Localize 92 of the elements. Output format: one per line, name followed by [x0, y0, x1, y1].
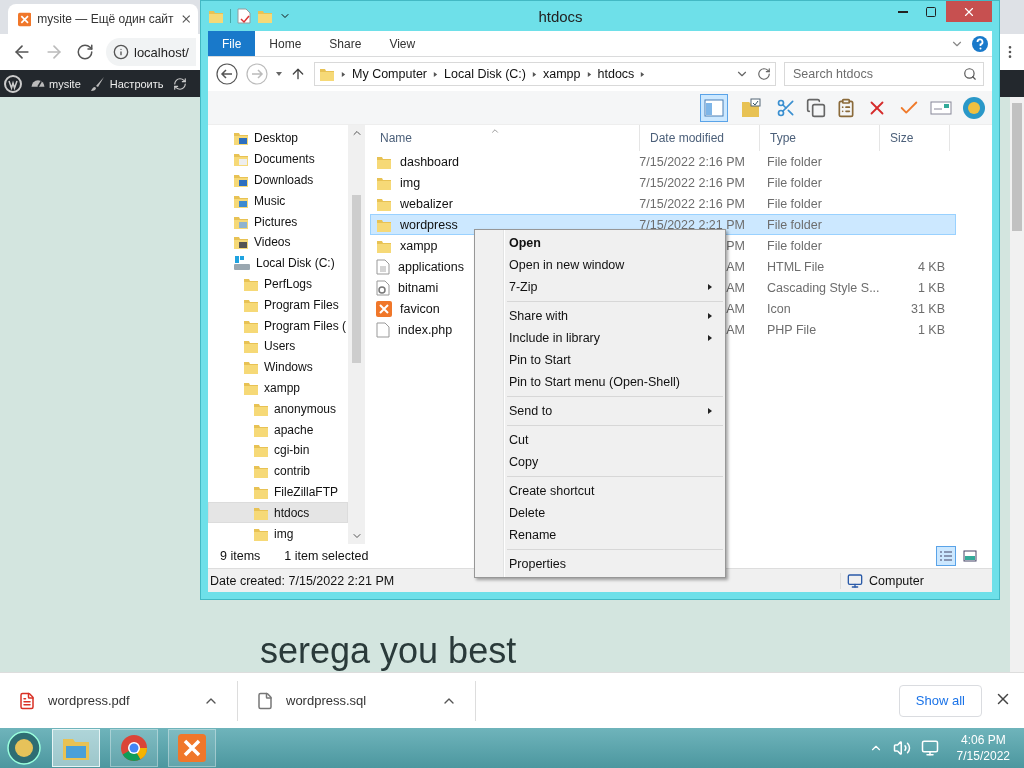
date-cell: PM — [726, 238, 745, 253]
size-cell-text: 1 KB — [916, 280, 946, 295]
file-name: wordpress — [400, 217, 458, 232]
file-name: webalizer — [400, 196, 453, 211]
ribbon-tab[interactable]: Share — [315, 31, 376, 56]
ribbon-tab[interactable]: Home — [255, 31, 316, 56]
date-cell: 7/15/2022 2:21 PM — [639, 217, 745, 232]
tree-item[interactable]: anonymous — [208, 398, 348, 420]
file-name: img — [400, 175, 421, 190]
item-count: 9 items — [220, 549, 261, 563]
tree-item[interactable]: cgi-bin — [208, 439, 348, 461]
details-text: Date created: 7/15/2022 2:21 PM — [210, 573, 395, 588]
menu-item[interactable]: Delete — [477, 502, 723, 524]
tree-item[interactable]: Downloads — [208, 169, 348, 191]
column-header[interactable]: Date modified — [640, 125, 760, 151]
type-cell-text: PHP File — [766, 322, 818, 337]
search-input[interactable]: Search htdocs — [791, 66, 951, 82]
tree-item[interactable]: Pictures — [208, 211, 348, 232]
admin-bar-link[interactable]: Настроить — [109, 77, 164, 90]
date-cell: 7/15/2022 2:16 PM — [639, 154, 745, 169]
page-heading: serega you best — [260, 630, 518, 672]
file-name: index.php — [398, 322, 453, 337]
file-name: favicon — [400, 301, 440, 316]
menu-item[interactable]: Copy — [477, 451, 723, 473]
date-cell: 7/15/2022 2:16 PM — [639, 196, 745, 211]
tree-item[interactable]: Videos — [208, 232, 348, 253]
menu-item[interactable]: Properties — [477, 553, 723, 575]
date-cell: 7/15/2022 2:16 PM — [639, 175, 745, 190]
download-name: wordpress.pdf — [48, 693, 131, 708]
type-cell-text: Cascading Style S... — [766, 280, 881, 295]
type-cell-text: File folder — [766, 175, 823, 190]
address-bar[interactable]: My Computer Local Disk (C:) xampp htdocs — [314, 62, 776, 86]
download-name: wordpress.sql — [286, 693, 368, 708]
tree-item[interactable]: PerfLogs — [208, 273, 348, 295]
file-name: applications — [398, 259, 464, 274]
date-cell: AM — [726, 259, 745, 274]
location-text: Computer — [869, 573, 924, 588]
selection-count: 1 item selected — [284, 549, 369, 563]
column-header[interactable]: Name — [370, 125, 640, 151]
address-field[interactable]: localhost/ — [106, 38, 196, 66]
file-name: dashboard — [400, 154, 460, 169]
size-cell-text: 31 KB — [909, 301, 946, 316]
menu-item[interactable]: Share with — [477, 305, 723, 327]
type-cell-text: File folder — [766, 238, 823, 253]
tree-item[interactable]: Local Disk (C:) — [208, 252, 348, 274]
download-item[interactable]: wordpress.pdf — [0, 680, 238, 721]
window-title: htdocs — [538, 7, 583, 25]
ribbon-tab[interactable]: View — [375, 31, 430, 56]
menu-item[interactable]: Create shortcut — [477, 480, 723, 502]
tree-item[interactable]: Program Files ( — [208, 315, 348, 336]
tree-item[interactable]: Program Files — [208, 294, 348, 316]
type-cell-text: File folder — [766, 217, 823, 232]
file-name: xampp — [400, 238, 438, 253]
tree-item[interactable]: img — [208, 523, 348, 544]
menu-item[interactable]: Include in library — [477, 327, 723, 349]
size-cell-text: 1 KB — [916, 322, 946, 337]
menu-item[interactable]: Rename — [477, 524, 723, 546]
browser-tab[interactable]: mysite — Ещё один сайт — [8, 4, 198, 34]
menu-item[interactable]: Send to — [477, 400, 723, 422]
tree-item[interactable]: Documents — [208, 148, 348, 170]
admin-bar-link[interactable]: mysite — [49, 77, 81, 90]
download-item[interactable]: wordpress.sql — [238, 680, 476, 721]
type-cell-text: File folder — [766, 196, 823, 211]
tree-item[interactable]: Desktop — [208, 128, 348, 149]
tab-title: mysite — Ещё один сайт — [37, 12, 174, 26]
menu-item[interactable]: Cut — [477, 429, 723, 451]
type-cell-text: Icon — [766, 301, 792, 316]
tree-item[interactable]: Windows — [208, 356, 348, 378]
column-header[interactable]: Type — [760, 125, 880, 151]
menu-item[interactable]: Pin to Start — [477, 349, 723, 371]
menu-item[interactable]: Pin to Start menu (Open-Shell) — [477, 371, 723, 393]
menu-item[interactable]: 7-Zip — [477, 276, 723, 298]
tree-item[interactable]: xampp — [208, 377, 348, 399]
tree-item[interactable]: contrib — [208, 460, 348, 482]
tree-item[interactable]: FileZillaFTP — [208, 481, 348, 503]
ribbon-tab[interactable]: File — [208, 31, 256, 56]
show-all-button[interactable]: Show all — [898, 684, 982, 717]
date-cell: AM — [726, 322, 745, 337]
date-cell: AM — [726, 280, 745, 295]
column-header[interactable]: Size — [880, 125, 950, 151]
tree-item[interactable]: Users — [208, 335, 348, 357]
menu-item[interactable]: Open — [477, 232, 723, 254]
tree-item[interactable]: Music — [208, 190, 348, 212]
size-cell-text: 4 KB — [916, 259, 946, 274]
search-field[interactable]: Search htdocs — [784, 62, 984, 86]
type-cell-text: HTML File — [766, 259, 826, 274]
tree-item[interactable]: htdocs — [208, 502, 348, 524]
date-cell: AM — [726, 301, 745, 316]
type-cell-text: File folder — [766, 154, 823, 169]
menu-item[interactable]: Open in new window — [477, 254, 723, 276]
tree-item[interactable]: apache — [208, 419, 348, 440]
file-name: bitnami — [398, 280, 439, 295]
